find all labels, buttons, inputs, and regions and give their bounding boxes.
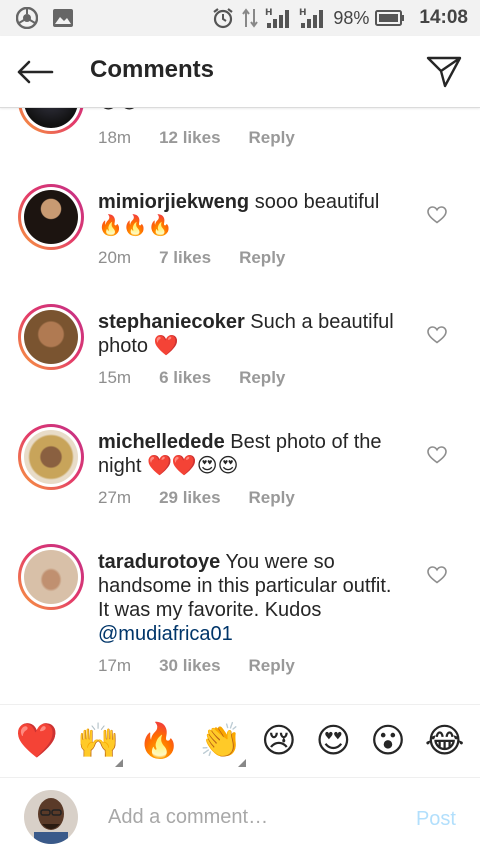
emoji-crying-button[interactable]: 😢 [261, 721, 296, 761]
comment-emoji: 😍😍 [98, 108, 140, 113]
emoji-glyph: 🙌 [76, 721, 120, 761]
battery-icon [375, 10, 405, 26]
comment-input[interactable] [108, 802, 388, 832]
avatar[interactable] [18, 108, 84, 134]
reply-button[interactable]: Reply [249, 488, 295, 508]
like-heart-icon[interactable] [427, 446, 447, 464]
comment-username[interactable]: taradurotoye [98, 551, 220, 573]
comment-time: 20m [98, 248, 132, 267]
comment-meta: 27m 29 likes Reply [98, 488, 295, 508]
avatar[interactable] [18, 544, 84, 610]
my-avatar [24, 790, 78, 844]
emoji-heart-eyes-button[interactable]: 😍 [316, 721, 351, 761]
emoji-glyph: 👏 [199, 721, 243, 761]
comment-text: sooo beautiful [254, 191, 380, 213]
clock: 14:08 [419, 7, 468, 28]
emoji-laughing-button[interactable]: 😂 [425, 721, 465, 761]
profile-photo-icon [24, 790, 78, 844]
like-heart-icon[interactable] [427, 326, 447, 344]
comment-username[interactable]: stephaniecoker [98, 311, 245, 333]
comment-time: 27m [98, 488, 132, 507]
likes-link[interactable]: 29 likes [159, 488, 220, 508]
comment-list[interactable]: 😍😍 18m 12 likes Reply mimiorjiekweng soo… [0, 108, 480, 704]
app-header: Comments [0, 36, 480, 108]
comment-meta: 20m 7 likes Reply [98, 248, 285, 268]
comment-username[interactable]: michelledede [98, 431, 225, 453]
comment-meta: 15m 6 likes Reply [98, 368, 285, 388]
emoji-surprised-button[interactable]: 😮 [370, 721, 405, 761]
signal-h-icon: H [265, 8, 290, 28]
emoji-raised-hands-button[interactable]: 🙌 [76, 721, 124, 767]
comment-emoji: 🔥🔥🔥 [98, 215, 173, 237]
paper-plane-icon [426, 56, 462, 88]
like-heart-icon[interactable] [427, 566, 447, 584]
chrome-icon [16, 7, 38, 29]
post-button[interactable]: Post [416, 808, 456, 831]
avatar[interactable] [18, 184, 84, 250]
comment-time: 18m [98, 128, 132, 147]
comment-time: 15m [98, 368, 132, 387]
battery-percent: 98% [333, 7, 370, 28]
mention-link[interactable]: @mudiafrica01 [98, 623, 233, 645]
likes-link[interactable]: 7 likes [159, 248, 211, 268]
emoji-heart-button[interactable]: ❤️ [16, 721, 58, 761]
share-button[interactable] [424, 52, 464, 92]
reply-button[interactable]: Reply [239, 248, 285, 268]
emoji-fire-button[interactable]: 🔥 [138, 721, 180, 761]
emoji-clap-button[interactable]: 👏 [199, 721, 247, 767]
alarm-icon [213, 8, 234, 29]
back-button[interactable] [16, 54, 56, 90]
reply-button[interactable]: Reply [249, 128, 295, 148]
emoji-quick-bar: ❤️ 🙌 🔥 👏 😢 😍 😮 😂 [0, 704, 480, 778]
gallery-icon [53, 9, 73, 27]
comment-emoji: ❤️ [153, 335, 179, 357]
reply-button[interactable]: Reply [249, 656, 295, 676]
svg-text:H: H [265, 8, 273, 18]
comment-time: 17m [98, 656, 132, 675]
comment-meta: 18m 12 likes Reply [98, 128, 295, 148]
comment-emoji: ❤️❤️😍😍 [146, 455, 239, 477]
status-bar: H H 98% 14:08 [0, 0, 480, 36]
avatar[interactable] [18, 304, 84, 370]
signal-h-icon: H [299, 8, 324, 28]
skin-tone-indicator [238, 759, 247, 767]
comment-username[interactable]: mimiorjiekweng [98, 191, 249, 213]
likes-link[interactable]: 6 likes [159, 368, 211, 388]
svg-text:H: H [299, 8, 307, 18]
avatar[interactable] [18, 424, 84, 490]
comment-meta: 17m 30 likes Reply [98, 656, 295, 676]
comment-composer: Post [0, 778, 480, 854]
skin-tone-indicator [115, 759, 124, 767]
likes-link[interactable]: 30 likes [159, 656, 220, 676]
arrow-left-icon [17, 60, 54, 84]
like-heart-icon[interactable] [427, 206, 447, 224]
reply-button[interactable]: Reply [239, 368, 285, 388]
likes-link[interactable]: 12 likes [159, 128, 220, 148]
data-transfer-icon [242, 8, 259, 28]
page-title: Comments [90, 56, 215, 83]
